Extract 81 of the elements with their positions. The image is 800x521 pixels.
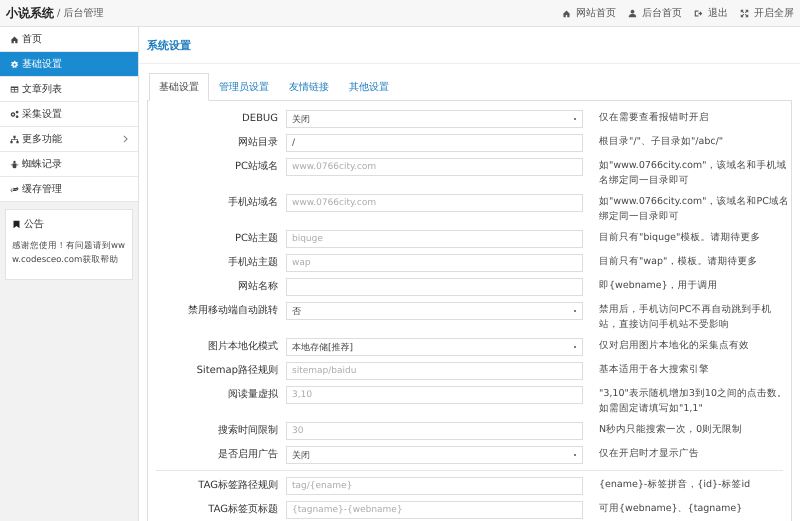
- field-label: 网站目录: [237, 136, 279, 150]
- input-field[interactable]: sitemap/baidu: [286, 362, 583, 380]
- field-hint: 仅在需要查看报错时开启: [599, 111, 710, 125]
- page-title: 系统设置: [139, 27, 800, 64]
- field-hint: 即{webname}，用于调用: [599, 279, 719, 293]
- app-subtitle: / 后台管理: [57, 6, 104, 20]
- expand-icon: [740, 8, 749, 18]
- select-field[interactable]: 关闭: [286, 110, 583, 128]
- input-field[interactable]: www.0766city.com: [286, 158, 583, 176]
- field-hint: N秒内只能搜索一次，0则无限制: [599, 423, 744, 437]
- header-link[interactable]: 退出: [694, 6, 728, 20]
- field-label: 手机站域名: [227, 196, 279, 210]
- field-hint: 目前只有"biquge"模板。请期待更多: [599, 231, 762, 245]
- field-hint: "3,10"表示随机增加3到10之间的点击数。如需固定请填写如"1,1": [599, 387, 788, 416]
- tab[interactable]: 其他设置: [339, 73, 399, 101]
- field-hint: 基本适用于各大搜索引擎: [599, 363, 710, 377]
- field-hint: 目前只有"wap"，模板。请期待更多: [599, 255, 758, 269]
- input-field[interactable]: /: [286, 134, 583, 152]
- header-link[interactable]: 后台首页: [628, 6, 682, 20]
- gear-icon: [10, 60, 19, 68]
- caret-icon: [573, 117, 577, 121]
- field-label: DEBUG: [241, 112, 279, 126]
- select-field[interactable]: 否: [286, 302, 583, 320]
- sidebar-item[interactable]: 基础设置: [0, 52, 138, 77]
- input-field[interactable]: [286, 278, 583, 296]
- field-hint: {ename}-标签拼音，{id}-标签id: [599, 478, 752, 492]
- select-field[interactable]: 关闭: [286, 446, 583, 464]
- input-field[interactable]: wap: [286, 254, 583, 272]
- table-icon: [10, 84, 19, 94]
- field-hint: 如"www.0766city.com"，该域名和手机域名绑定同一目录即可: [599, 159, 788, 188]
- sidebar-item[interactable]: 蜘蛛记录: [0, 152, 138, 177]
- tab[interactable]: 基础设置: [149, 73, 209, 101]
- caret-icon: [573, 345, 577, 349]
- refresh-icon: [10, 184, 19, 194]
- app-title: 小说系统: [6, 4, 54, 22]
- notice-text: 感谢您使用！有问题请到www.codesceo.com获取帮助: [12, 240, 126, 267]
- chevron-icon: [123, 135, 128, 143]
- field-label: PC站域名: [234, 160, 279, 174]
- sidebar-item[interactable]: 缓存管理: [0, 177, 138, 202]
- cogs-icon: [10, 110, 19, 118]
- input-field[interactable]: 3,10: [286, 386, 583, 404]
- field-label: 是否启用广告: [217, 448, 279, 462]
- input-field[interactable]: www.0766city.com: [286, 194, 583, 212]
- field-label: 图片本地化模式: [207, 340, 279, 354]
- field-label: 手机站主题: [227, 256, 279, 270]
- field-label: 禁用移动端自动跳转: [187, 304, 279, 318]
- notice-title: 公告: [24, 218, 44, 231]
- user-icon: [628, 8, 637, 18]
- field-hint: 仅在开启时才显示广告: [599, 447, 700, 461]
- field-label: 阅读量虚拟: [227, 388, 279, 402]
- caret-icon: [573, 309, 577, 313]
- sidebar-item[interactable]: 文章列表: [0, 77, 138, 102]
- signout-icon: [694, 8, 703, 18]
- sidebar-item[interactable]: 更多功能: [0, 127, 138, 152]
- field-hint: 可用{webname}、{tagname}: [599, 502, 744, 516]
- home-icon: [562, 8, 571, 18]
- header-link[interactable]: 开启全屏: [740, 6, 794, 20]
- select-field[interactable]: 本地存储[推荐]: [286, 338, 583, 356]
- input-field[interactable]: tag/{ename}: [286, 477, 583, 495]
- sidebar-item[interactable]: 首页: [0, 27, 138, 52]
- field-label: TAG标签路径规则: [197, 478, 279, 493]
- field-hint: 根目录"/"、子目录如"/abc/": [599, 135, 724, 149]
- field-hint: 仅对启用图片本地化的采集点有效: [599, 339, 750, 353]
- field-hint: 如"www.0766city.com"，该域名和PC域名绑定同一目录即可: [599, 195, 790, 224]
- field-hint: 禁用后，手机访问PC不再自动跳到手机站，直接访问手机站不受影响: [599, 303, 772, 332]
- sitemap-icon: [10, 134, 19, 144]
- field-label: TAG标签页标题: [207, 502, 279, 517]
- input-field[interactable]: {tagname}-{webname}: [286, 501, 583, 519]
- field-label: 搜索时间限制: [217, 424, 279, 438]
- field-label: 网站名称: [237, 280, 279, 294]
- sidebar-item[interactable]: 采集设置: [0, 102, 138, 127]
- input-field[interactable]: 30: [286, 422, 583, 440]
- tab[interactable]: 友情链接: [279, 73, 339, 101]
- field-label: PC站主题: [234, 232, 279, 246]
- bookmark-icon: [12, 220, 21, 228]
- input-field[interactable]: biquge: [286, 230, 583, 248]
- home-icon: [10, 34, 19, 44]
- field-label: Sitemap路径规则: [196, 364, 279, 378]
- header-link[interactable]: 网站首页: [562, 6, 616, 20]
- tab[interactable]: 管理员设置: [209, 73, 279, 101]
- caret-icon: [573, 453, 577, 457]
